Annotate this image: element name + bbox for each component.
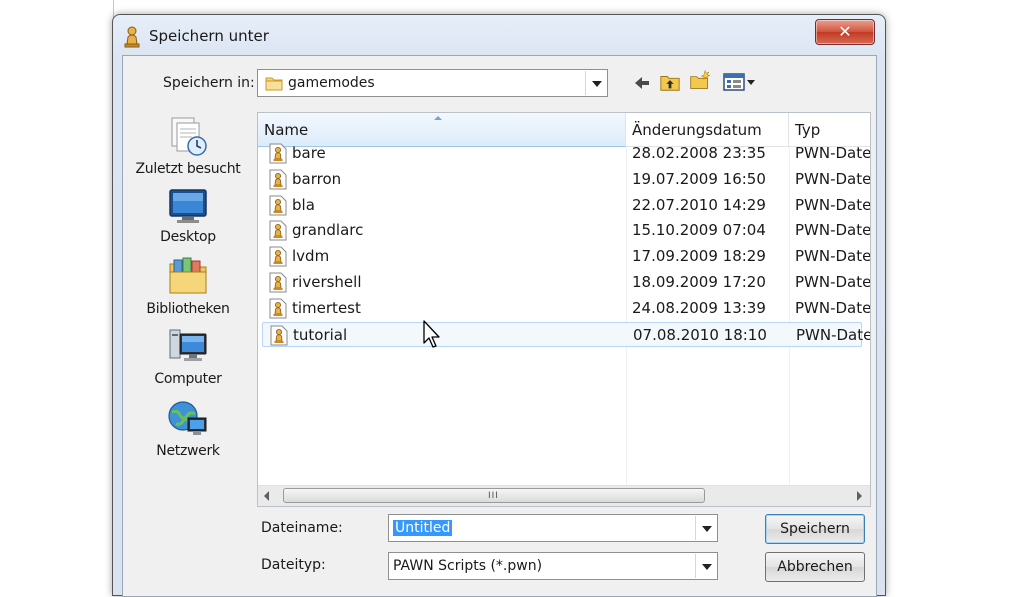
file-name: lvdm [292, 247, 330, 266]
recent-places-icon [171, 117, 207, 156]
column-label: Änderungsdatum [632, 121, 762, 139]
file-name: bla [292, 195, 315, 214]
pawn-file-icon [269, 143, 287, 164]
folder-icon [265, 77, 283, 91]
view-menu-icon[interactable] [722, 71, 762, 93]
filetype-value: PAWN Scripts (*.pwn) [393, 558, 543, 574]
dialog-client-area: Speichern in: gamemodes Zuletzt besucht … [122, 55, 877, 597]
scroll-right-icon[interactable] [857, 491, 862, 501]
file-type: PWN-Datei [795, 273, 871, 291]
chevron-down-icon[interactable] [695, 516, 716, 540]
close-button[interactable]: ✕ [815, 19, 875, 45]
places-bar: Zuletzt besucht Desktop Bibliotheken Com… [132, 114, 244, 514]
file-row[interactable]: barron 19.07.2009 16:50 PWN-Datei [262, 167, 870, 192]
filetype-label: Dateityp: [261, 557, 326, 573]
file-date: 07.08.2010 18:10 [633, 325, 767, 344]
file-date: 24.08.2009 13:39 [632, 298, 766, 317]
pawn-file-icon [269, 246, 287, 267]
file-name: barron [292, 169, 342, 188]
pawn-app-icon [124, 26, 140, 48]
column-label: Name [264, 121, 309, 139]
save-as-dialog: Speichern unter ✕ Speichern in: gamemode… [112, 14, 886, 597]
place-network[interactable]: Netzwerk [132, 398, 244, 459]
file-name: grandlarc [292, 221, 364, 240]
file-date: 19.07.2009 16:50 [632, 169, 766, 188]
file-name: timertest [292, 298, 361, 317]
place-label: Computer [154, 371, 222, 387]
mouse-cursor-icon [423, 320, 440, 348]
file-name: bare [292, 144, 326, 162]
pawn-file-icon [269, 195, 287, 216]
file-row[interactable]: grandlarc 15.10.2009 07:04 PWN-Datei [262, 218, 870, 243]
horizontal-scrollbar[interactable]: III [258, 485, 870, 506]
scroll-left-icon[interactable] [264, 491, 269, 501]
save-in-label: Speichern in: [163, 75, 255, 91]
file-date: 28.02.2008 23:35 [632, 144, 766, 162]
place-label: Desktop [160, 229, 216, 245]
sort-ascending-icon [434, 116, 442, 120]
file-row[interactable]: timertest 24.08.2009 13:39 PWN-Datei [262, 296, 870, 321]
pawn-file-icon [269, 298, 287, 319]
file-row[interactable]: bla 22.07.2010 14:29 PWN-Datei [262, 193, 870, 218]
file-type: PWN-Datei [796, 325, 871, 344]
computer-icon [169, 329, 207, 361]
network-icon [168, 401, 207, 435]
save-button[interactable]: Speichern [765, 514, 865, 544]
pawn-file-icon [270, 325, 288, 346]
file-type: PWN-Datei [795, 298, 871, 317]
place-label: Bibliotheken [146, 301, 230, 317]
file-type: PWN-Datei [795, 195, 871, 214]
place-label: Netzwerk [156, 443, 220, 459]
up-folder-icon[interactable] [659, 71, 681, 93]
save-in-value: gamemodes [288, 75, 375, 91]
file-name: tutorial [293, 325, 348, 344]
file-date: 15.10.2009 07:04 [632, 221, 766, 240]
file-name: rivershell [292, 273, 362, 291]
filename-label: Dateiname: [261, 520, 343, 536]
save-in-combo[interactable]: gamemodes [257, 69, 608, 97]
place-label: Zuletzt besucht [135, 161, 241, 177]
file-type: PWN-Datei [795, 144, 871, 162]
place-recent[interactable]: Zuletzt besucht [132, 114, 244, 177]
libraries-icon [169, 257, 207, 294]
place-libraries[interactable]: Bibliotheken [132, 256, 244, 317]
file-row[interactable]: lvdm 17.09.2009 18:29 PWN-Datei [262, 244, 870, 269]
close-icon: ✕ [838, 22, 852, 41]
column-label: Typ [795, 121, 821, 139]
desktop-icon [169, 189, 207, 223]
cancel-button[interactable]: Abbrechen [765, 552, 865, 582]
file-list[interactable]: Name Änderungsdatum Typ bare 28.02.2008 2… [257, 112, 871, 507]
filename-input[interactable]: Untitled [388, 514, 718, 542]
back-arrow-icon[interactable] [631, 72, 653, 94]
pawn-file-icon [269, 220, 287, 241]
file-type: PWN-Datei [795, 247, 871, 266]
new-folder-icon[interactable] [689, 69, 711, 91]
file-date: 18.09.2009 17:20 [632, 273, 766, 291]
scrollbar-grip: III [488, 491, 499, 501]
file-row[interactable]: tutorial 07.08.2010 18:10 PWN-Datei [262, 321, 870, 347]
file-type: PWN-Datei [795, 169, 871, 188]
window-title: Speichern unter [149, 27, 269, 45]
filename-value: Untitled [393, 520, 453, 536]
file-date: 17.09.2009 18:29 [632, 247, 766, 266]
file-row[interactable]: bare 28.02.2008 23:35 PWN-Datei [262, 141, 870, 166]
place-desktop[interactable]: Desktop [132, 186, 244, 245]
file-date: 22.07.2010 14:29 [632, 195, 766, 214]
file-type: PWN-Datei [795, 221, 871, 240]
pawn-file-icon [269, 272, 287, 293]
chevron-down-icon[interactable] [585, 71, 606, 95]
scrollbar-thumb[interactable]: III [283, 488, 705, 503]
file-row[interactable]: rivershell 18.09.2009 17:20 PWN-Datei [262, 270, 870, 295]
pawn-file-icon [269, 169, 287, 190]
place-computer[interactable]: Computer [132, 328, 244, 387]
chevron-down-icon[interactable] [695, 554, 716, 578]
